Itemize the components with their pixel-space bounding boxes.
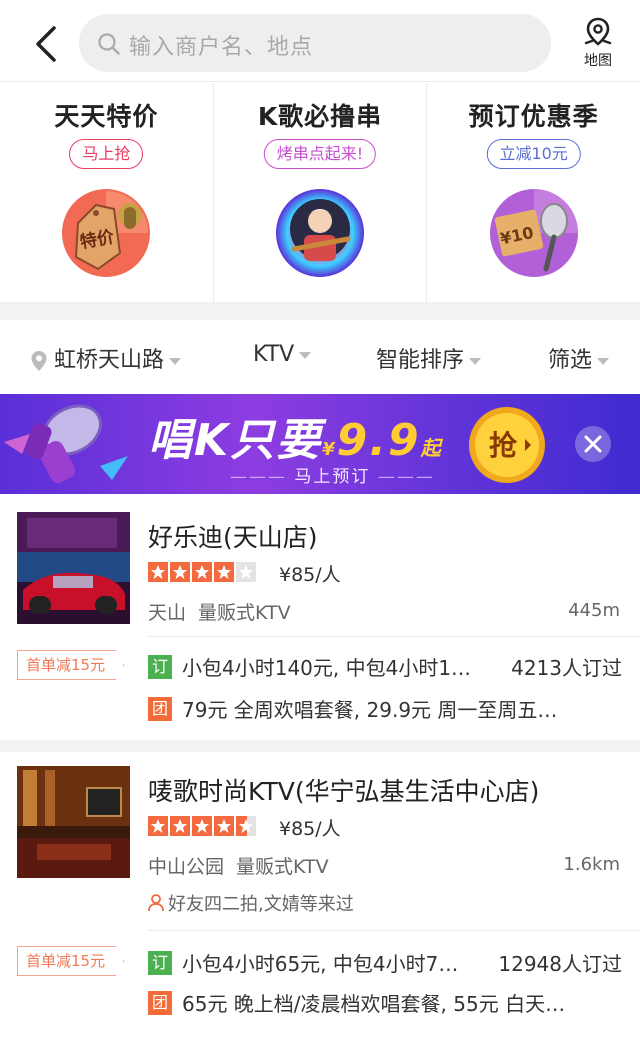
shop-distance: 1.6km xyxy=(563,854,620,875)
promo-row: 天天特价 马上抢 特价 K歌必撸串 烤串点起来! 预订优惠季 立减10元 ¥10 xyxy=(0,83,640,302)
caret-down-icon xyxy=(169,357,182,365)
location-pin-icon xyxy=(31,351,47,371)
shop-meta: 天山 量贩式KTV xyxy=(148,598,291,625)
booking-count: 12948人订过 xyxy=(498,952,622,976)
shop-name: 好乐迪(天山店) xyxy=(148,523,318,552)
singer-skewer-icon xyxy=(276,189,364,277)
shop-name: 唛歌时尚KTV(华宁弘基生活中心店) xyxy=(148,777,540,806)
promo-tag: 立减10元 xyxy=(486,139,581,169)
search-icon xyxy=(98,33,120,55)
microphone-icon xyxy=(4,404,128,483)
shop-listing[interactable]: 好乐迪(天山店) ¥85/人 天山 量贩式KTV 445m 首单减15元 订小包4… xyxy=(0,494,640,740)
chevron-left-icon xyxy=(36,26,56,62)
map-button[interactable]: 地图 xyxy=(572,16,624,74)
booking-deal-text: 小包4小时65元, 中包4小时7… xyxy=(182,952,459,976)
banner-title: 唱K只要¥9.9起 xyxy=(148,404,443,468)
ticket-microphone-icon: ¥10 xyxy=(489,189,578,277)
divider xyxy=(148,636,640,637)
shop-thumbnail xyxy=(17,766,130,878)
banner-subtitle: ——— 马上预订 ——— xyxy=(230,467,435,487)
filter-location-label: 虹桥天山路 xyxy=(54,348,165,373)
rating-stars xyxy=(148,816,256,836)
search-input[interactable]: 输入商户名、地点 xyxy=(79,14,551,72)
shop-category: 量贩式KTV xyxy=(236,856,329,878)
banner-title-prefix: 唱K只要 xyxy=(148,415,323,466)
promo-title: 预订优惠季 xyxy=(468,102,599,131)
filter-sort-label: 智能排序 xyxy=(376,348,465,373)
banner-price: 9.9 xyxy=(336,415,421,466)
group-deal[interactable]: 团 79元 全周欢唱套餐, 29.9元 周一至周五… xyxy=(148,694,622,722)
section-gap xyxy=(0,740,640,752)
close-icon[interactable] xyxy=(575,426,611,462)
star-icon xyxy=(192,562,212,582)
section-gap xyxy=(0,302,640,320)
star-half-icon xyxy=(236,816,256,836)
filter-sort[interactable]: 智能排序 xyxy=(376,342,482,374)
first-order-discount-tag: 首单减15元 xyxy=(17,946,125,976)
star-icon xyxy=(236,562,256,582)
caret-down-icon xyxy=(299,351,312,359)
map-label: 地图 xyxy=(584,53,612,69)
grab-button[interactable]: 抢 xyxy=(467,405,547,485)
filter-screen-label: 筛选 xyxy=(548,348,593,373)
friends-visited-text: 好友四二拍,文婧等来过 xyxy=(168,894,354,915)
map-pin-icon xyxy=(584,17,612,46)
grab-label: 抢 xyxy=(489,429,518,462)
banner-subtitle-text: 马上预订 xyxy=(294,467,371,487)
filter-bar: 虹桥天山路 KTV 智能排序 筛选 xyxy=(0,320,640,394)
star-icon xyxy=(214,562,234,582)
promo-title: K歌必撸串 xyxy=(257,102,383,131)
group-badge: 团 xyxy=(148,696,172,721)
booking-deal-text: 小包4小时140元, 中包4小时1… xyxy=(182,656,472,680)
shop-price: ¥85/人 xyxy=(279,564,341,586)
star-icon xyxy=(148,562,168,582)
group-deal-text: 65元 晚上档/凌晨档欢唱套餐, 55元 白天… xyxy=(182,992,566,1016)
booking-count: 4213人订过 xyxy=(511,656,622,680)
friends-visited: 好友四二拍,文婧等来过 xyxy=(148,890,354,916)
deal-tag-icon: 特价 xyxy=(62,189,151,277)
promo-card-booking[interactable]: 预订优惠季 立减10元 ¥10 xyxy=(427,83,640,302)
caret-down-icon xyxy=(597,357,610,365)
group-deal-text: 79元 全周欢唱套餐, 29.9元 周一至周五… xyxy=(182,698,558,722)
search-placeholder: 输入商户名、地点 xyxy=(129,35,314,60)
shop-price: ¥85/人 xyxy=(279,818,341,840)
promo-tag: 马上抢 xyxy=(69,139,144,169)
promo-tag: 烤串点起来! xyxy=(263,139,377,169)
star-icon xyxy=(192,816,212,836)
filter-category[interactable]: KTV xyxy=(253,342,312,367)
banner-suffix: 起 xyxy=(420,436,443,460)
shop-listing[interactable]: 唛歌时尚KTV(华宁弘基生活中心店) ¥85/人 中山公园 量贩式KTV 1.6k… xyxy=(0,752,640,1041)
shop-area: 天山 xyxy=(148,602,187,624)
banner-currency: ¥ xyxy=(322,439,337,460)
star-icon xyxy=(170,562,190,582)
star-icon xyxy=(214,816,234,836)
top-bar: 输入商户名、地点 地图 xyxy=(0,0,640,82)
shop-area: 中山公园 xyxy=(148,856,225,878)
booking-deal[interactable]: 订小包4小时65元, 中包4小时7… 12948人订过 xyxy=(148,948,622,976)
booking-badge: 订 xyxy=(148,950,172,975)
booking-deal[interactable]: 订小包4小时140元, 中包4小时1… 4213人订过 xyxy=(148,652,622,680)
filter-category-label: KTV xyxy=(253,342,295,367)
promo-card-daily-deal[interactable]: 天天特价 马上抢 特价 xyxy=(0,83,214,302)
back-button[interactable] xyxy=(30,24,64,64)
rating-stars xyxy=(148,562,256,582)
group-deal[interactable]: 团 65元 晚上档/凌晨档欢唱套餐, 55元 白天… xyxy=(148,988,622,1016)
star-icon xyxy=(148,816,168,836)
group-badge: 团 xyxy=(148,990,172,1015)
star-icon xyxy=(170,816,190,836)
promo-title: 天天特价 xyxy=(54,102,159,131)
divider xyxy=(148,930,640,931)
promo-card-bbq[interactable]: K歌必撸串 烤串点起来! xyxy=(214,83,428,302)
shop-meta: 中山公园 量贩式KTV xyxy=(148,852,329,879)
first-order-discount-tag: 首单减15元 xyxy=(17,650,125,680)
person-icon xyxy=(148,894,164,912)
shop-distance: 445m xyxy=(568,600,620,621)
caret-down-icon xyxy=(469,357,482,365)
shop-thumbnail xyxy=(17,512,130,624)
filter-screen[interactable]: 筛选 xyxy=(548,342,610,374)
booking-badge: 订 xyxy=(148,654,172,679)
shop-category: 量贩式KTV xyxy=(198,602,291,624)
filter-location[interactable]: 虹桥天山路 xyxy=(30,342,182,374)
